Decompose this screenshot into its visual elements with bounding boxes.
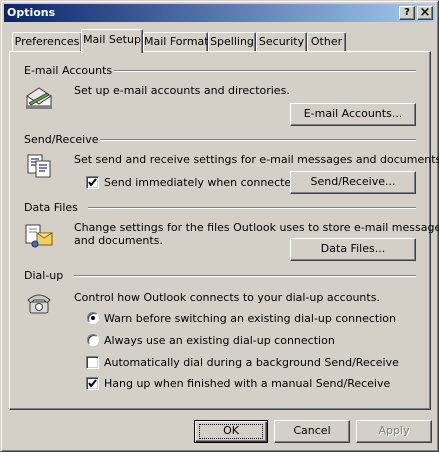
mail-setup-panel: E-mail Accounts Set up e-mail accounts a… (9, 51, 439, 410)
options-dialog: Options ? × Preferences Mail Setup Mail … (0, 0, 439, 452)
dialup-description: Control how Outlook connects to your dia… (74, 291, 380, 304)
email-accounts-description: Set up e-mail accounts and directories. (74, 84, 290, 97)
email-accounts-button[interactable]: E-mail Accounts... (290, 103, 416, 126)
auto-dial-label: Automatically dial during a background S… (104, 356, 399, 369)
auto-dial-checkbox[interactable] (86, 356, 99, 369)
email-accounts-separator (114, 70, 416, 72)
telephone-icon (27, 294, 51, 314)
hang-up-label: Hang up when finished with a manual Send… (104, 377, 391, 390)
always-use-label: Always use an existing dial-up connectio… (104, 334, 335, 347)
mail-accounts-icon (26, 87, 52, 109)
tab-security[interactable]: Security (256, 32, 307, 51)
send-receive-separator (100, 139, 416, 141)
hang-up-checkbox[interactable] (86, 377, 99, 390)
send-receive-description: Set send and receive settings for e-mail… (74, 153, 439, 166)
tab-spelling[interactable]: Spelling (208, 32, 256, 51)
close-button[interactable]: × (417, 6, 433, 20)
tab-mail-setup[interactable]: Mail Setup (81, 29, 143, 53)
send-receive-icon (27, 154, 51, 178)
help-button[interactable]: ? (399, 6, 415, 20)
data-files-separator (88, 207, 416, 209)
send-receive-button[interactable]: Send/Receive... (290, 171, 416, 194)
dialup-heading: Dial-up (24, 269, 64, 282)
window-title: Options (7, 6, 56, 19)
tab-other[interactable]: Other (307, 32, 346, 51)
send-immediately-checkbox[interactable] (86, 176, 99, 189)
dialup-separator (74, 275, 416, 277)
ok-button[interactable]: OK (194, 420, 268, 443)
warn-switching-radio[interactable] (87, 312, 99, 324)
send-receive-heading: Send/Receive (24, 133, 99, 146)
ok-focus-rect (199, 424, 263, 439)
data-files-heading: Data Files (24, 201, 78, 214)
data-files-button[interactable]: Data Files... (290, 238, 416, 261)
email-accounts-heading: E-mail Accounts (24, 64, 113, 77)
always-use-radio[interactable] (87, 334, 99, 346)
warn-switching-label: Warn before switching an existing dial-u… (104, 312, 396, 325)
data-files-description-line1: Change settings for the files Outlook us… (74, 221, 439, 234)
send-immediately-label: Send immediately when connected (104, 176, 299, 189)
apply-button[interactable]: Apply (356, 420, 432, 443)
data-files-icon (25, 224, 54, 248)
tab-mail-format[interactable]: Mail Format (143, 32, 209, 51)
tab-preferences[interactable]: Preferences (12, 32, 82, 51)
title-bar[interactable]: Options ? × (4, 4, 435, 22)
cancel-button[interactable]: Cancel (274, 420, 350, 443)
data-files-description-line2: and documents. (74, 234, 163, 247)
